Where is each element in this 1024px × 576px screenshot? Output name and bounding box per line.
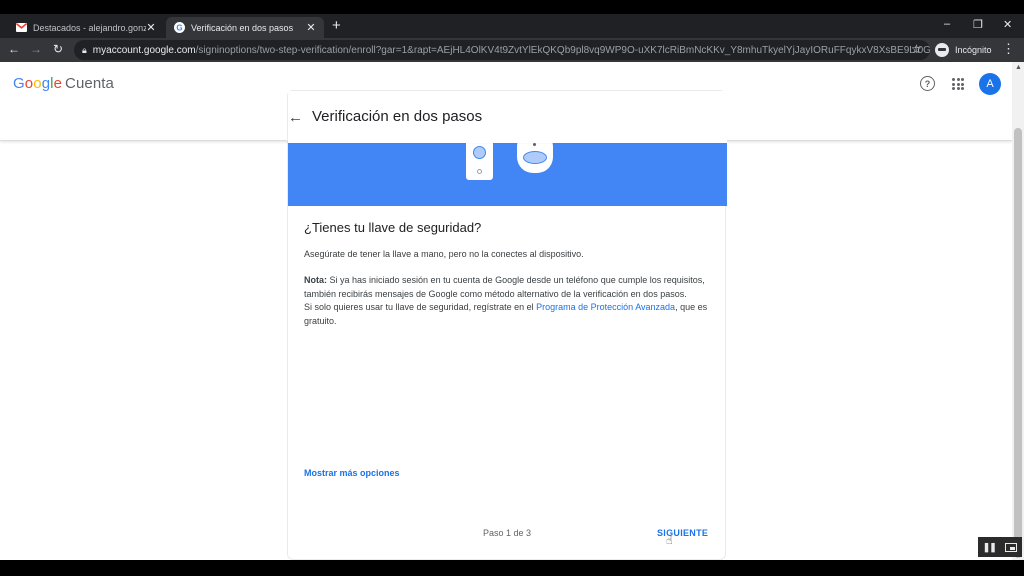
new-tab-icon[interactable]: +: [332, 18, 341, 34]
pause-icon[interactable]: ❚❚: [983, 542, 997, 553]
product-name: Cuenta: [65, 75, 115, 92]
note-text: Si ya has iniciado sesión en tu cuenta d…: [304, 275, 705, 299]
url-path: /signinoptions/two-step-verification/enr…: [195, 44, 930, 56]
svg-text:G: G: [176, 23, 182, 32]
hand-cursor-icon: ☝︎: [666, 535, 673, 547]
hero-illustration: [288, 143, 727, 206]
note-paragraph: Nota: Si ya has iniciado sesión en tu cu…: [304, 274, 708, 328]
scrollbar-thumb[interactable]: [1014, 128, 1022, 558]
tab-strip: Destacados - alejandro.gonzalez ✕ G Veri…: [0, 14, 1024, 38]
screen: Destacados - alejandro.gonzalez ✕ G Veri…: [0, 0, 1024, 576]
scroll-up-icon[interactable]: ▲: [1015, 64, 1022, 71]
page-content: ← Verificación en dos pasos ¿Tienes tu l…: [0, 62, 1012, 560]
incognito-icon: [935, 43, 949, 57]
security-key-illustration: [517, 143, 553, 173]
google-account-logo[interactable]: Google Cuenta: [13, 75, 114, 92]
browser-toolbar: ← → ↻ 🔒︎ myaccount.google.com /signinopt…: [0, 38, 1024, 62]
google-g-icon: G: [174, 22, 185, 33]
more-options-link[interactable]: Mostrar más opciones: [304, 468, 400, 478]
video-controls: ❚❚: [978, 537, 1022, 557]
tab-gmail[interactable]: Destacados - alejandro.gonzalez ✕: [8, 17, 164, 38]
two-step-card: ← Verificación en dos pasos ¿Tienes tu l…: [287, 90, 727, 560]
minimize-icon[interactable]: –: [944, 18, 950, 30]
question-heading: ¿Tienes tu llave de seguridad?: [304, 220, 482, 235]
bookmark-star-icon[interactable]: ☆: [911, 42, 922, 56]
card-title: Verificación en dos pasos: [312, 108, 483, 125]
only-key-text: Si solo quieres usar tu llave de segurid…: [304, 302, 537, 312]
reload-icon[interactable]: ↻: [50, 42, 66, 56]
restore-icon[interactable]: ❐: [973, 18, 983, 31]
address-bar[interactable]: 🔒︎ myaccount.google.com /signinoptions/t…: [74, 40, 930, 60]
tab-title: Verificación en dos pasos: [191, 22, 294, 33]
step-indicator: Paso 1 de 3: [483, 528, 532, 538]
close-tab-icon[interactable]: ✕: [146, 21, 156, 34]
help-icon[interactable]: ?: [920, 76, 935, 91]
note-label: Nota:: [304, 275, 327, 285]
next-button[interactable]: SIGUIENTE: [657, 528, 708, 538]
tab-title: Destacados - alejandro.gonzalez: [33, 22, 146, 33]
picture-in-picture-icon[interactable]: [1005, 542, 1018, 552]
avatar[interactable]: A: [979, 73, 1001, 95]
apps-grid-icon[interactable]: [952, 78, 964, 90]
card-header: ← Verificación en dos pasos: [288, 91, 727, 143]
browser-menu-icon[interactable]: ⋮: [1002, 41, 1015, 57]
advanced-protection-link[interactable]: Programa de Protección Avanzada: [536, 302, 675, 312]
page-scrollbar[interactable]: ▲: [1012, 62, 1024, 560]
close-window-icon[interactable]: ✕: [1003, 18, 1012, 31]
back-arrow-icon[interactable]: ←: [288, 109, 303, 126]
incognito-label: Incógnito: [955, 45, 992, 55]
incognito-badge[interactable]: Incógnito: [935, 41, 992, 59]
forward-icon[interactable]: →: [28, 42, 44, 56]
back-icon[interactable]: ←: [6, 42, 22, 56]
tab-two-step[interactable]: G Verificación en dos pasos ✕: [166, 17, 324, 38]
instruction-text: Asegúrate de tener la llave a mano, pero…: [304, 249, 584, 259]
close-tab-icon[interactable]: ✕: [306, 21, 316, 34]
url-host: myaccount.google.com: [92, 44, 196, 56]
phone-illustration: [466, 143, 493, 180]
gmail-icon: [16, 22, 27, 33]
lock-icon: 🔒︎: [82, 44, 87, 55]
